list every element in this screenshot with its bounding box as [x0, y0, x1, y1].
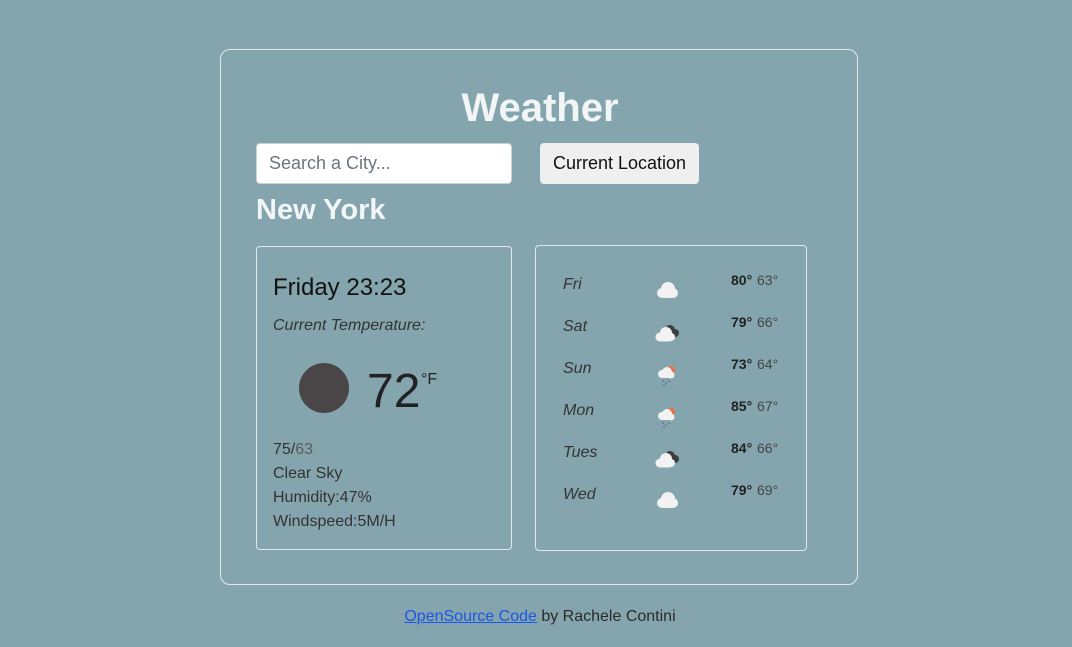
- app-title: Weather: [461, 86, 619, 130]
- city-search-input[interactable]: [256, 143, 512, 184]
- forecast-row: Sat 79° 66°: [536, 288, 806, 342]
- forecast-row: Mon 85° 67°: [536, 372, 806, 428]
- footer: OpenSource Code by Rachele Contini: [0, 608, 1072, 626]
- forecast-day: Wed: [563, 486, 596, 503]
- forecast-high: 79°: [731, 314, 753, 330]
- current-location-button[interactable]: Current Location: [540, 143, 699, 184]
- cloud-icon: [652, 488, 682, 512]
- forecast-low: 69°: [757, 482, 779, 498]
- forecast-row: Fri 80° 63°: [536, 246, 806, 298]
- sun-icon: [299, 363, 349, 413]
- windspeed: Windspeed:5M/H: [273, 513, 396, 530]
- opensource-code-link[interactable]: OpenSource Code: [404, 608, 537, 625]
- weather-description: Clear Sky: [273, 465, 343, 482]
- forecast-high: 85°: [731, 398, 753, 414]
- forecast-row: Sun 73° 64°: [536, 330, 806, 386]
- temperature-unit-toggle[interactable]: °F: [421, 371, 437, 389]
- forecast-low: 64°: [757, 356, 779, 372]
- current-datetime: Friday 23:23: [273, 274, 407, 301]
- forecast-low: 66°: [757, 314, 779, 330]
- current-temperature-value: 72: [367, 365, 421, 418]
- high-low: 75/63: [273, 438, 396, 462]
- forecast-row: Wed 79° 69°: [536, 456, 806, 508]
- forecast-high: 80°: [731, 272, 753, 288]
- low-temp: 63: [295, 441, 314, 458]
- high-temp: 75: [273, 441, 291, 458]
- forecast-low: 63°: [757, 272, 779, 288]
- city-name: New York: [256, 194, 386, 226]
- forecast-high: 73°: [731, 356, 753, 372]
- footer-credit: by Rachele Contini: [536, 608, 676, 625]
- forecast-panel: Fri 80° 63° Sat 79° 66° Sun 73° 64° Mon …: [535, 245, 807, 551]
- forecast-low: 67°: [757, 398, 779, 414]
- forecast-high: 84°: [731, 440, 753, 456]
- forecast-low: 66°: [757, 440, 779, 456]
- current-details: 75/63 Clear Sky Humidity:47% Windspeed:5…: [273, 438, 396, 534]
- forecast-high: 79°: [731, 482, 753, 498]
- forecast-row: Tues 84° 66°: [536, 414, 806, 468]
- humidity: Humidity:47%: [273, 489, 372, 506]
- current-weather-panel: Friday 23:23 Current Temperature: 72 °F …: [256, 246, 512, 550]
- current-temperature-label: Current Temperature:: [273, 317, 426, 334]
